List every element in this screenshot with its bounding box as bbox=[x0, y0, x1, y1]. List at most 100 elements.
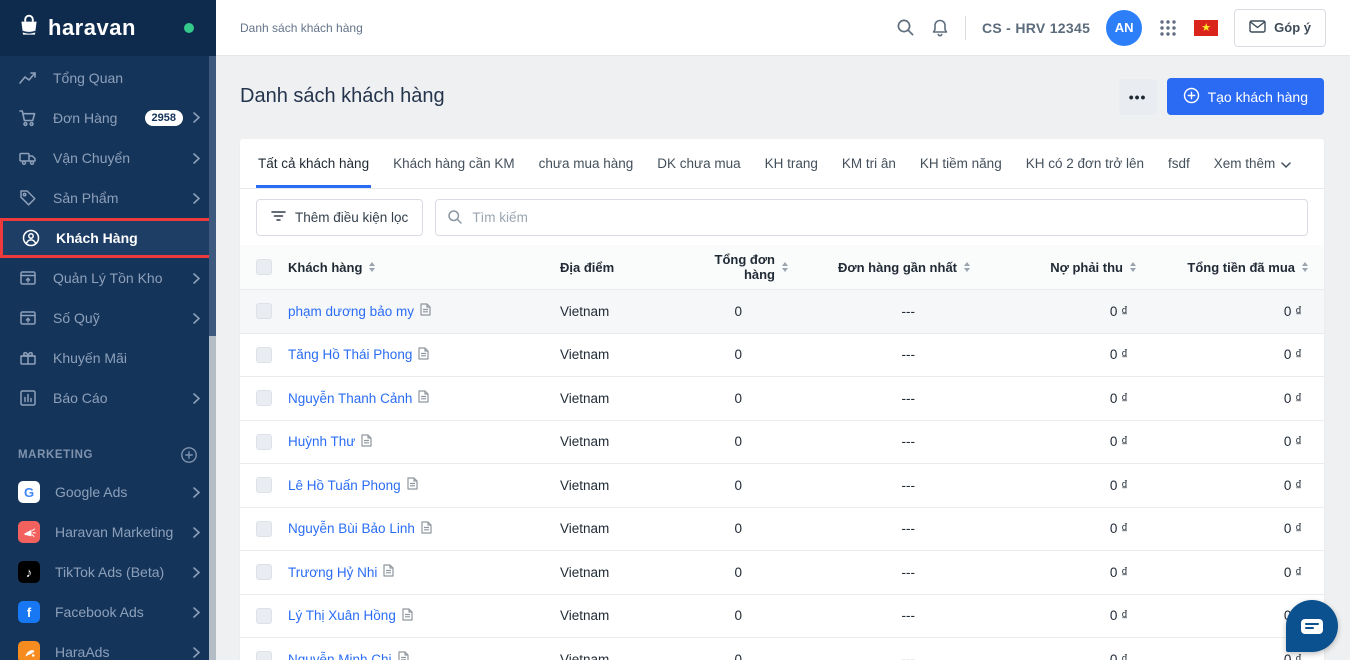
total-spent-cell: 0 ₫ bbox=[1136, 347, 1308, 362]
sidebar-item-label: TikTok Ads (Beta) bbox=[55, 564, 164, 580]
tab-kh-trang[interactable]: KH trang bbox=[753, 139, 830, 188]
sidebar-item-don-hang[interactable]: Đơn Hàng 2958 bbox=[0, 98, 216, 138]
tab-label: DK chưa mua bbox=[657, 156, 740, 171]
tab-kh-can-km[interactable]: Khách hàng cần KM bbox=[381, 139, 527, 188]
customer-name-link[interactable]: Tăng Hồ Thái Phong bbox=[288, 347, 412, 362]
table-header: Khách hàng Địa điểm Tổng đơn hàng Đơn hà… bbox=[240, 245, 1324, 290]
add-channel-icon[interactable] bbox=[180, 446, 198, 464]
column-header-total-spent[interactable]: Tổng tiền đã mua bbox=[1136, 260, 1308, 275]
customer-name-link[interactable]: Huỳnh Thư bbox=[288, 434, 355, 449]
sidebar-item-van-chuyen[interactable]: Vận Chuyển bbox=[0, 138, 216, 178]
app-window: haravan Tổng Quan Đơn Hàng 2958 bbox=[0, 0, 1350, 660]
tab-label: Xem thêm bbox=[1214, 156, 1276, 171]
avatar[interactable]: AN bbox=[1106, 10, 1142, 46]
tab-dk-chua-mua[interactable]: DK chưa mua bbox=[645, 139, 752, 188]
sidebar-item-haraads[interactable]: HaraAds bbox=[0, 632, 216, 660]
location-cell: Vietnam bbox=[560, 565, 680, 580]
row-checkbox[interactable] bbox=[256, 347, 272, 363]
chevron-right-icon bbox=[193, 110, 200, 126]
add-filter-button[interactable]: Thêm điều kiện lọc bbox=[256, 199, 423, 236]
sidebar-item-facebook-ads[interactable]: f Facebook Ads bbox=[0, 592, 216, 632]
sidebar-item-tiktok-ads[interactable]: ♪ TikTok Ads (Beta) bbox=[0, 552, 216, 592]
note-document-icon bbox=[383, 564, 394, 580]
column-header-total-orders[interactable]: Tổng đơn hàng bbox=[680, 252, 788, 282]
select-all-checkbox[interactable] bbox=[256, 259, 272, 275]
sidebar-item-quan-ly-ton-kho[interactable]: Quản Lý Tồn Kho bbox=[0, 258, 216, 298]
row-checkbox[interactable] bbox=[256, 608, 272, 624]
location-cell: Vietnam bbox=[560, 478, 680, 493]
last-order-cell: --- bbox=[788, 521, 970, 536]
sidebar-item-google-ads[interactable]: G Google Ads bbox=[0, 472, 216, 512]
store-code[interactable]: CS - HRV 12345 bbox=[982, 20, 1090, 36]
chat-widget-button[interactable] bbox=[1286, 600, 1338, 652]
notifications-bell-icon[interactable] bbox=[931, 18, 949, 38]
search-input[interactable] bbox=[435, 199, 1308, 236]
customer-name-link[interactable]: Nguyễn Minh Chi bbox=[288, 652, 392, 660]
sidebar-item-label: Tổng Quan bbox=[53, 70, 123, 86]
sidebar-item-haravan-marketing[interactable]: Haravan Marketing bbox=[0, 512, 216, 552]
customer-name-link[interactable]: Trương Hỷ Nhi bbox=[288, 565, 377, 580]
create-customer-button[interactable]: Tạo khách hàng bbox=[1167, 78, 1324, 115]
sidebar-item-khuyen-mai[interactable]: Khuyến Mãi bbox=[0, 338, 216, 378]
tiktok-ads-icon: ♪ bbox=[18, 561, 40, 583]
tab-xem-them[interactable]: Xem thêm bbox=[1202, 139, 1304, 188]
column-header-customer[interactable]: Khách hàng bbox=[288, 260, 560, 275]
customer-name-cell: Nguyễn Thanh Cảnh bbox=[288, 390, 560, 406]
column-header-last-order[interactable]: Đơn hàng gần nhất bbox=[788, 260, 970, 275]
tab-all-customers[interactable]: Tất cả khách hàng bbox=[246, 139, 381, 188]
row-checkbox[interactable] bbox=[256, 390, 272, 406]
customer-name-link[interactable]: Nguyễn Thanh Cảnh bbox=[288, 391, 412, 406]
row-checkbox[interactable] bbox=[256, 564, 272, 580]
search-icon[interactable] bbox=[896, 18, 915, 37]
row-checkbox[interactable] bbox=[256, 434, 272, 450]
customer-name-cell: Huỳnh Thư bbox=[288, 434, 560, 450]
facebook-ads-icon: f bbox=[18, 601, 40, 623]
sidebar-item-label: Khách Hàng bbox=[56, 230, 138, 246]
apps-grid-icon[interactable] bbox=[1158, 18, 1178, 38]
sidebar: haravan Tổng Quan Đơn Hàng 2958 bbox=[0, 0, 216, 660]
row-checkbox[interactable] bbox=[256, 477, 272, 493]
total-orders-cell: 0 bbox=[680, 391, 788, 406]
sidebar-item-khach-hang[interactable]: Khách Hàng bbox=[0, 218, 216, 258]
more-actions-button[interactable]: ••• bbox=[1119, 79, 1157, 115]
table-row: Nguyễn Minh Chi Vietnam 0 --- 0 ₫ 0 ₫ bbox=[240, 638, 1324, 660]
table-row: Nguyễn Bùi Bảo Linh Vietnam 0 --- 0 ₫ 0 … bbox=[240, 508, 1324, 552]
feedback-button[interactable]: Góp ý bbox=[1234, 9, 1326, 47]
tab-label: fsdf bbox=[1168, 156, 1190, 171]
plus-circle-icon bbox=[1183, 87, 1200, 107]
sidebar-item-label: Quản Lý Tồn Kho bbox=[53, 270, 162, 286]
customer-name-link[interactable]: Lê Hồ Tuấn Phong bbox=[288, 478, 401, 493]
vietnam-flag-icon[interactable]: ★ bbox=[1194, 20, 1218, 36]
column-header-receivable[interactable]: Nợ phải thu bbox=[970, 260, 1136, 275]
tab-kh-2-don[interactable]: KH có 2 đơn trở lên bbox=[1014, 139, 1156, 188]
row-checkbox[interactable] bbox=[256, 521, 272, 537]
row-checkbox[interactable] bbox=[256, 651, 272, 660]
sidebar-item-san-pham[interactable]: Sản Phẩm bbox=[0, 178, 216, 218]
customer-name-link[interactable]: Nguyễn Bùi Bảo Linh bbox=[288, 521, 415, 536]
sidebar-item-tong-quan[interactable]: Tổng Quan bbox=[0, 58, 216, 98]
customer-name-link[interactable]: Lý Thị Xuân Hồng bbox=[288, 608, 396, 623]
shopping-bag-logo-icon bbox=[16, 13, 42, 44]
location-cell: Vietnam bbox=[560, 608, 680, 623]
sidebar-scrollbar-thumb[interactable] bbox=[209, 56, 216, 336]
brand-logo[interactable]: haravan bbox=[0, 0, 216, 56]
row-checkbox[interactable] bbox=[256, 303, 272, 319]
tab-fsdf[interactable]: fsdf bbox=[1156, 139, 1202, 188]
sidebar-item-label: Google Ads bbox=[55, 484, 127, 500]
tab-chua-mua-hang[interactable]: chưa mua hàng bbox=[527, 139, 646, 188]
sidebar-nav: Tổng Quan Đơn Hàng 2958 Vận Chuyển bbox=[0, 56, 216, 660]
location-cell: Vietnam bbox=[560, 347, 680, 362]
total-orders-cell: 0 bbox=[680, 434, 788, 449]
last-order-cell: --- bbox=[788, 652, 970, 660]
chevron-right-icon bbox=[193, 193, 200, 204]
chevron-right-icon bbox=[193, 393, 200, 404]
tab-km-tri-an[interactable]: KM tri ân bbox=[830, 139, 908, 188]
sidebar-item-bao-cao[interactable]: Báo Cáo bbox=[0, 378, 216, 418]
table-row: Huỳnh Thư Vietnam 0 --- 0 ₫ 0 ₫ bbox=[240, 421, 1324, 465]
tab-kh-tiem-nang[interactable]: KH tiềm năng bbox=[908, 139, 1014, 188]
total-orders-cell: 0 bbox=[680, 347, 788, 362]
sidebar-item-so-quy[interactable]: Số Quỹ bbox=[0, 298, 216, 338]
total-spent-cell: 0 ₫ bbox=[1136, 608, 1308, 623]
sidebar-item-label: Báo Cáo bbox=[53, 390, 107, 406]
customer-name-link[interactable]: phạm dương bảo my bbox=[288, 304, 414, 319]
